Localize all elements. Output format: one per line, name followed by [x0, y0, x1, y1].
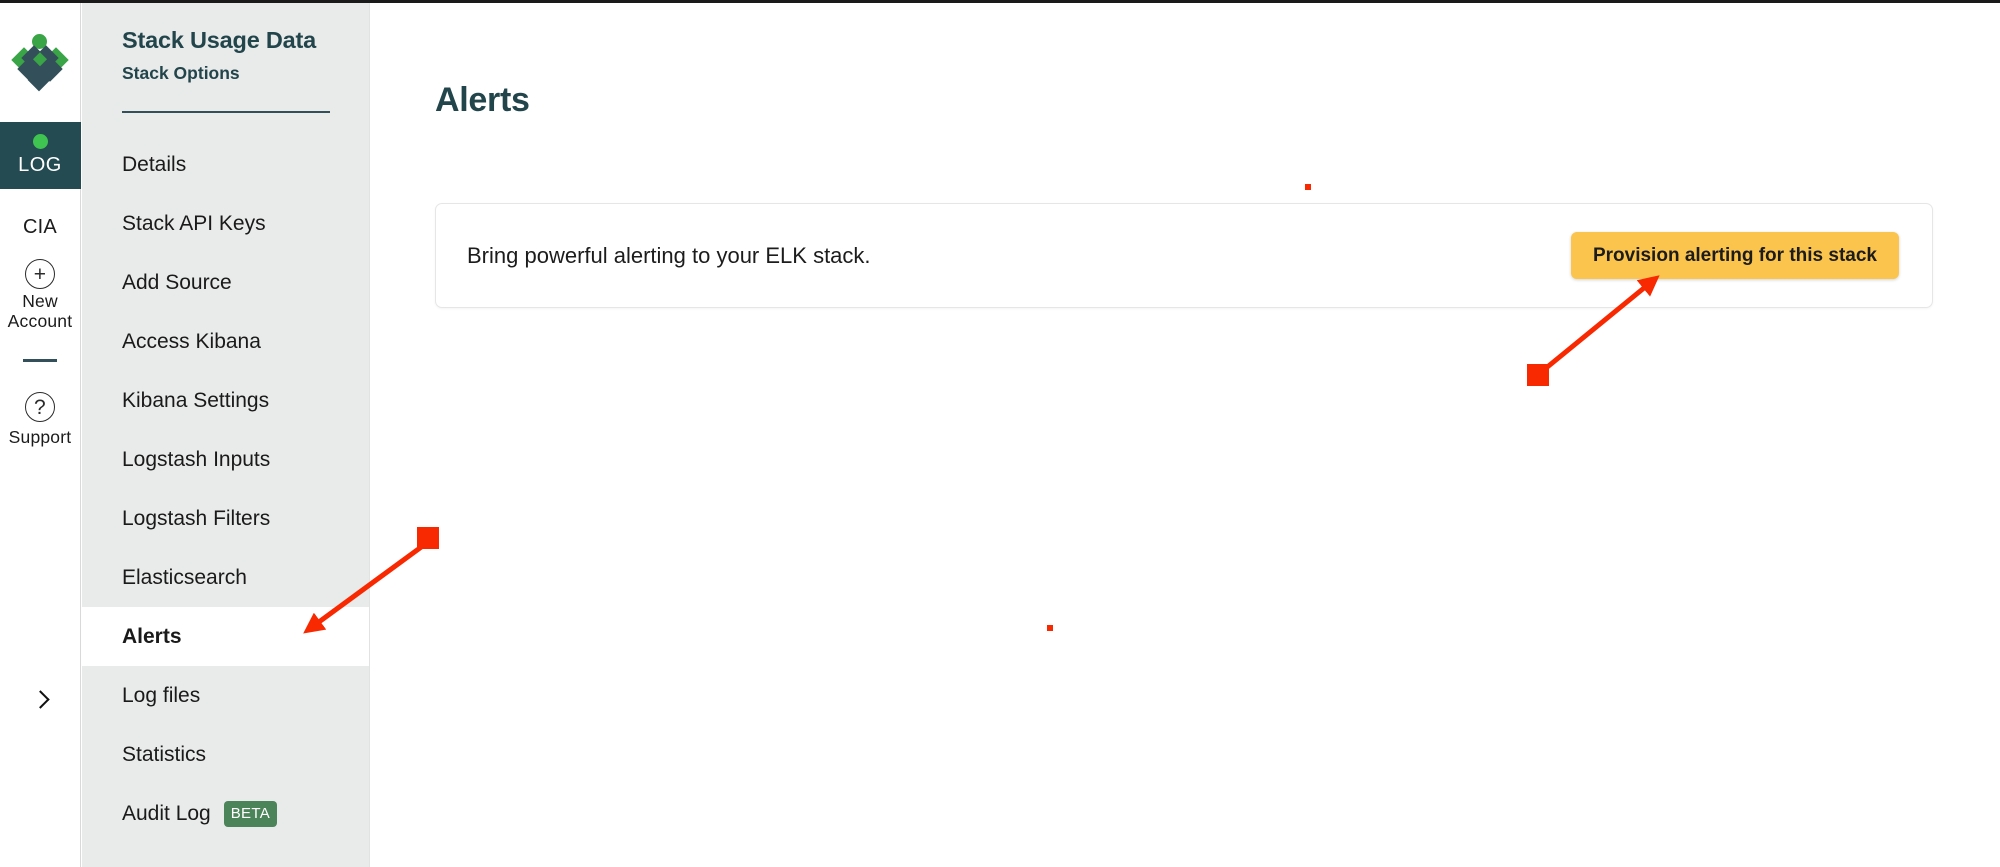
status-badge-beta: BETA — [223, 800, 278, 827]
sidebar-subtitle: Stack Options — [122, 63, 240, 83]
sidebar-item-label: Add Source — [122, 270, 232, 294]
card-message: Bring powerful alerting to your ELK stac… — [467, 242, 871, 268]
sidebar-header: Stack Usage Data Stack Options — [82, 3, 369, 84]
provision-alerting-card: Bring powerful alerting to your ELK stac… — [435, 203, 1933, 308]
page-title: Alerts — [435, 81, 530, 119]
rail-item-cia-label: CIA — [23, 215, 57, 238]
sidebar-header-rule — [122, 111, 330, 113]
rail-item-support[interactable]: ? Support — [0, 386, 81, 454]
rail-item-log[interactable]: LOG — [0, 122, 81, 189]
sidebar-item-label: Logstash Inputs — [122, 447, 271, 471]
sidebar-item-label: Access Kibana — [122, 329, 261, 353]
sidebar-item-log-files[interactable]: Log files — [82, 666, 369, 725]
rail-item-cia[interactable]: CIA — [0, 189, 81, 253]
chevron-right-icon — [31, 689, 50, 709]
sidebar-item-kibana-settings[interactable]: Kibana Settings — [82, 371, 369, 430]
global-icon-rail: LOG CIA + New Account ? Support — [0, 3, 81, 867]
rail-item-support-label: Support — [8, 427, 72, 448]
rail-item-new-account[interactable]: + New Account — [0, 253, 81, 337]
main-content: Alerts Bring powerful alerting to your E… — [371, 3, 2000, 867]
sidebar-item-audit-log[interactable]: Audit Log BETA — [82, 784, 369, 843]
rail-divider — [23, 359, 57, 363]
provision-alerting-button[interactable]: Provision alerting for this stack — [1570, 232, 1899, 279]
sidebar-item-logstash-filters[interactable]: Logstash Filters — [82, 489, 369, 548]
logz-logo-icon — [11, 33, 69, 92]
rail-item-new-account-label: New Account — [7, 291, 73, 331]
sidebar-item-label: Alerts — [122, 624, 182, 648]
sidebar-item-stack-api-keys[interactable]: Stack API Keys — [82, 194, 369, 253]
sidebar-item-alerts[interactable]: Alerts — [82, 607, 369, 666]
new-account-line2: Account — [7, 310, 73, 331]
green-status-dot-icon — [32, 134, 48, 149]
sidebar-item-details[interactable]: Details — [82, 135, 369, 194]
sidebar-item-logstash-inputs[interactable]: Logstash Inputs — [82, 430, 369, 489]
rail-expand-button[interactable] — [0, 675, 81, 723]
rail-item-log-label: LOG — [18, 154, 62, 176]
sidebar-item-label: Statistics — [122, 742, 207, 766]
brand-logo[interactable] — [0, 3, 81, 122]
sidebar-item-label: Details — [122, 152, 187, 176]
sidebar-item-elasticsearch[interactable]: Elasticsearch — [82, 548, 369, 607]
sidebar-item-label: Logstash Filters — [122, 506, 271, 530]
app-window: LOG CIA + New Account ? Support Stack Us… — [0, 0, 2000, 867]
sidebar-title: Stack Usage Data — [122, 27, 317, 53]
sidebar-item-label: Audit Log — [122, 801, 211, 825]
sidebar-item-access-kibana[interactable]: Access Kibana — [82, 312, 369, 371]
sidebar-nav: Details Stack API Keys Add Source Access… — [82, 135, 369, 843]
sidebar-item-label: Log files — [122, 683, 201, 707]
cursor-trace-dot-upper — [1305, 184, 1311, 190]
stack-options-sidebar: Stack Usage Data Stack Options Details S… — [82, 3, 370, 867]
question-circle-icon: ? — [25, 392, 55, 423]
sidebar-item-add-source[interactable]: Add Source — [82, 253, 369, 312]
sidebar-item-label: Kibana Settings — [122, 388, 270, 412]
new-account-line1: New — [22, 291, 58, 311]
sidebar-item-label: Stack API Keys — [122, 211, 266, 235]
sidebar-item-statistics[interactable]: Statistics — [82, 725, 369, 784]
cursor-trace-dot-lower — [1047, 625, 1053, 631]
plus-circle-icon: + — [25, 259, 55, 289]
sidebar-item-label: Elasticsearch — [122, 565, 247, 589]
